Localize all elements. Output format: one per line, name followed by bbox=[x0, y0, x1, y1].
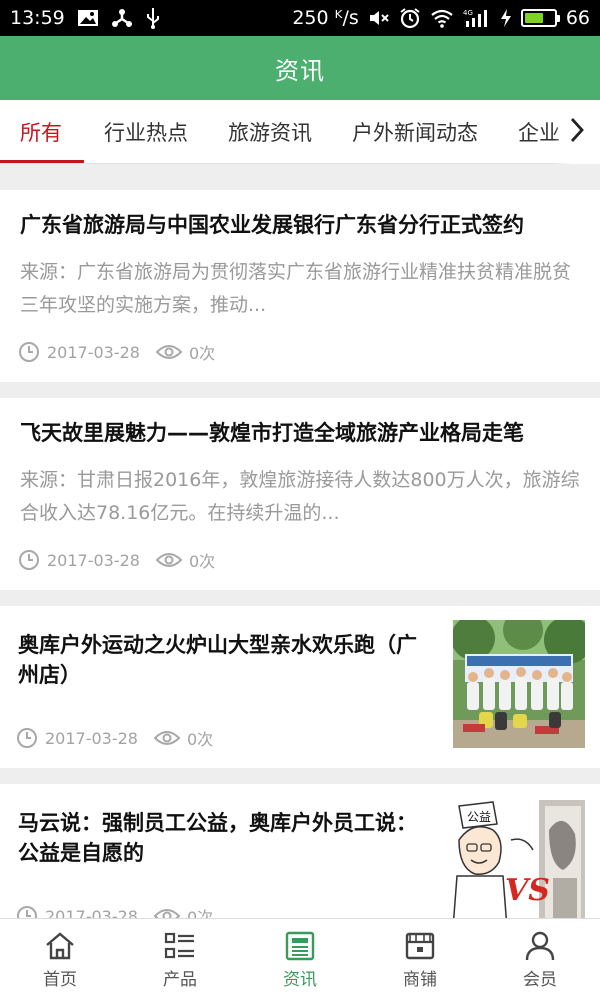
share-notification-icon bbox=[111, 8, 133, 28]
svg-text:4G: 4G bbox=[463, 9, 473, 17]
nav-label: 会员 bbox=[523, 970, 557, 990]
news-date: 2017-03-28 bbox=[47, 550, 140, 570]
tab-industry-hot[interactable]: 行业热点 bbox=[84, 100, 208, 163]
news-item[interactable]: 奥库户外运动之火炉山大型亲水欢乐跑（广州店） 2017-03-28 0次 bbox=[0, 606, 600, 768]
status-time: 13:59 bbox=[10, 7, 65, 29]
eye-icon bbox=[155, 551, 182, 569]
news-thumbnail bbox=[453, 620, 585, 748]
nav-shop[interactable]: 商铺 bbox=[360, 919, 480, 1000]
battery-level bbox=[524, 13, 544, 23]
nav-member[interactable]: 会员 bbox=[480, 919, 600, 1000]
news-meta: 2017-03-28 0次 bbox=[16, 726, 213, 750]
news-date: 2017-03-28 bbox=[45, 728, 138, 748]
news-date: 2017-03-28 bbox=[45, 906, 138, 919]
news-meta: 2017-03-28 0次 bbox=[18, 548, 215, 572]
news-title: 广东省旅游局与中国农业发展银行广东省分行正式签约 bbox=[20, 213, 524, 237]
tab-all[interactable]: 所有 bbox=[0, 100, 84, 163]
image-notification-icon bbox=[77, 9, 99, 27]
battery-percent: 66 bbox=[565, 7, 590, 29]
app-header: 资讯 bbox=[0, 36, 600, 100]
app-screen: 13:59 250 ᴷ/s 4G 66 资讯 所有 行业热点 旅游资讯 户外新闻… bbox=[0, 0, 600, 1000]
tab-label: 所有 bbox=[20, 120, 62, 145]
cellular-signal-icon: 4G bbox=[463, 8, 491, 28]
status-bar-left: 13:59 bbox=[10, 7, 161, 29]
member-icon bbox=[524, 929, 556, 963]
news-list: 广东省旅游局与中国农业发展银行广东省分行正式签约 来源：广东省旅游局为贯彻落实广… bbox=[0, 164, 600, 918]
eye-icon bbox=[155, 343, 182, 361]
category-tabs: 所有 行业热点 旅游资讯 户外新闻动态 企业 bbox=[0, 100, 600, 164]
tab-label: 行业热点 bbox=[104, 120, 188, 145]
news-views: 0次 bbox=[188, 552, 216, 571]
news-date: 2017-03-28 bbox=[47, 342, 140, 362]
nav-label: 资讯 bbox=[283, 970, 317, 990]
battery-icon bbox=[520, 9, 560, 27]
bottom-navigation: 首页 产品 资讯 商铺 会员 bbox=[0, 918, 600, 1000]
tab-travel-news[interactable]: 旅游资讯 bbox=[208, 100, 332, 163]
news-views: 0次 bbox=[186, 730, 214, 749]
tab-label: 户外新闻动态 bbox=[352, 120, 478, 145]
news-views: 0次 bbox=[188, 344, 216, 363]
tab-outdoor-news[interactable]: 户外新闻动态 bbox=[332, 100, 498, 163]
news-item[interactable]: 马云说：强制员工公益，奥库户外员工说：公益是自愿的 2017-03-28 0次 bbox=[0, 784, 600, 918]
network-speed: 250 ᴷ/s bbox=[292, 7, 359, 29]
eye-icon bbox=[153, 729, 180, 747]
clock-icon bbox=[16, 727, 38, 749]
news-title: 飞天故里展魅力——敦煌市打造全域旅游产业格局走笔 bbox=[20, 421, 524, 445]
home-icon bbox=[44, 929, 76, 963]
tab-label: 旅游资讯 bbox=[228, 120, 312, 145]
page-title: 资讯 bbox=[275, 56, 325, 85]
status-bar: 13:59 250 ᴷ/s 4G 66 bbox=[0, 0, 600, 36]
charging-icon bbox=[500, 8, 512, 28]
news-item[interactable]: 飞天故里展魅力——敦煌市打造全域旅游产业格局走笔 来源：甘肃日报2016年，敦煌… bbox=[0, 398, 600, 590]
status-bar-right: 250 ᴷ/s 4G 66 bbox=[292, 7, 590, 29]
usb-icon bbox=[145, 7, 161, 29]
nav-products[interactable]: 产品 bbox=[120, 919, 240, 1000]
mute-icon bbox=[368, 8, 390, 28]
nav-news[interactable]: 资讯 bbox=[240, 919, 360, 1000]
news-title: 马云说：强制员工公益，奥库户外员工说：公益是自愿的 bbox=[18, 811, 417, 865]
clock-icon bbox=[18, 549, 40, 571]
news-meta: 2017-03-28 0次 bbox=[18, 340, 215, 364]
news-summary: 来源：甘肃日报2016年，敦煌旅游接待人数达800万人次，旅游综合收入达78.1… bbox=[20, 469, 580, 524]
news-icon bbox=[284, 929, 316, 963]
eye-icon bbox=[153, 907, 180, 918]
nav-label: 产品 bbox=[163, 970, 197, 990]
news-title: 奥库户外运动之火炉山大型亲水欢乐跑（广州店） bbox=[18, 633, 417, 687]
news-thumbnail: 公益 VS bbox=[453, 800, 585, 918]
chevron-right-icon bbox=[569, 116, 585, 148]
product-list-icon bbox=[164, 929, 196, 963]
nav-label: 商铺 bbox=[403, 970, 437, 990]
nav-label: 首页 bbox=[43, 970, 77, 990]
clock-icon bbox=[18, 341, 40, 363]
thumbnail-vs-text: VS bbox=[505, 873, 550, 908]
nav-home[interactable]: 首页 bbox=[0, 919, 120, 1000]
battery-tip bbox=[556, 15, 560, 22]
shop-icon bbox=[404, 929, 436, 963]
news-views: 0次 bbox=[186, 908, 214, 918]
news-meta: 2017-03-28 0次 bbox=[16, 904, 213, 918]
wifi-icon bbox=[430, 8, 454, 28]
tabs-scroll-right-button[interactable] bbox=[554, 100, 600, 164]
news-summary: 来源：广东省旅游局为贯彻落实广东省旅游行业精准扶贫精准脱贫三年攻坚的实施方案，推… bbox=[20, 261, 572, 316]
thumbnail-badge-text: 公益 bbox=[467, 810, 491, 824]
news-item[interactable]: 广东省旅游局与中国农业发展银行广东省分行正式签约 来源：广东省旅游局为贯彻落实广… bbox=[0, 190, 600, 382]
clock-icon bbox=[16, 905, 38, 918]
alarm-icon bbox=[399, 7, 421, 29]
